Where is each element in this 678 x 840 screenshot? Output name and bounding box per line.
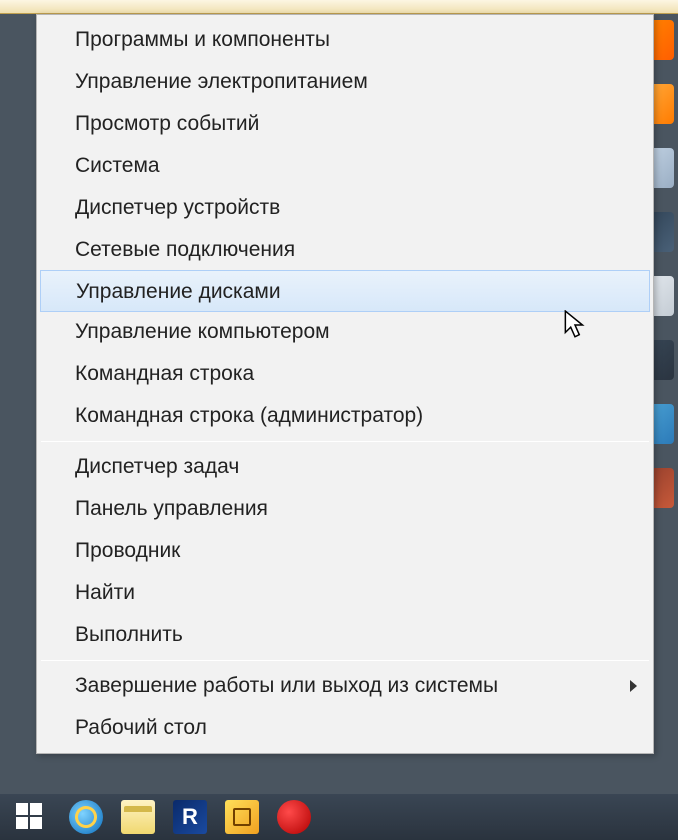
taskbar-item-explorer[interactable]	[112, 794, 164, 840]
menu-item-disk-management[interactable]: Управление дисками	[40, 270, 650, 312]
menu-item-label: Программы и компоненты	[75, 28, 330, 51]
window-titlebar-sliver	[0, 0, 678, 14]
menu-item-device-manager[interactable]: Диспетчер устройств	[39, 187, 651, 229]
submenu-arrow-icon	[630, 680, 637, 692]
menu-item-power-options[interactable]: Управление электропитанием	[39, 61, 651, 103]
taskbar-item-r[interactable]: R	[164, 794, 216, 840]
menu-item-label: Диспетчер устройств	[75, 196, 280, 219]
menu-item-label: Система	[75, 154, 160, 177]
winx-context-menu: Программы и компоненты Управление электро…	[36, 14, 654, 754]
menu-item-label: Командная строка	[75, 362, 254, 385]
menu-separator	[41, 441, 649, 442]
app-icon	[225, 800, 259, 834]
taskbar-item-ie[interactable]	[60, 794, 112, 840]
menu-item-label: Панель управления	[75, 497, 268, 520]
menu-item-label: Найти	[75, 581, 135, 604]
menu-item-network-connections[interactable]: Сетевые подключения	[39, 229, 651, 271]
menu-item-file-explorer[interactable]: Проводник	[39, 530, 651, 572]
windows-logo-icon	[16, 803, 44, 831]
menu-item-shutdown-signout[interactable]: Завершение работы или выход из системы	[39, 665, 651, 707]
menu-item-label: Управление электропитанием	[75, 70, 368, 93]
menu-item-label: Просмотр событий	[75, 112, 259, 135]
menu-item-label: Завершение работы или выход из системы	[75, 674, 498, 697]
menu-item-control-panel[interactable]: Панель управления	[39, 488, 651, 530]
start-button[interactable]	[0, 794, 60, 840]
menu-item-command-prompt-admin[interactable]: Командная строка (администратор)	[39, 395, 651, 437]
menu-item-programs-and-features[interactable]: Программы и компоненты	[39, 19, 651, 61]
menu-item-desktop[interactable]: Рабочий стол	[39, 707, 651, 749]
menu-item-label: Сетевые подключения	[75, 238, 295, 261]
ie-icon	[69, 800, 103, 834]
menu-separator	[41, 660, 649, 661]
menu-item-command-prompt[interactable]: Командная строка	[39, 353, 651, 395]
menu-item-task-manager[interactable]: Диспетчер задач	[39, 446, 651, 488]
menu-item-search[interactable]: Найти	[39, 572, 651, 614]
folder-icon	[121, 800, 155, 834]
menu-item-label: Управление компьютером	[75, 320, 330, 343]
taskbar: R	[0, 794, 678, 840]
menu-item-event-viewer[interactable]: Просмотр событий	[39, 103, 651, 145]
menu-item-system[interactable]: Система	[39, 145, 651, 187]
menu-item-run[interactable]: Выполнить	[39, 614, 651, 656]
menu-item-label: Диспетчер задач	[75, 455, 239, 478]
taskbar-item-opera[interactable]	[268, 794, 320, 840]
opera-icon	[277, 800, 311, 834]
menu-item-label: Выполнить	[75, 623, 183, 646]
taskbar-item-app[interactable]	[216, 794, 268, 840]
menu-item-label: Рабочий стол	[75, 716, 207, 739]
r-app-icon: R	[173, 800, 207, 834]
menu-item-label: Управление дисками	[76, 280, 281, 303]
menu-item-label: Проводник	[75, 539, 180, 562]
menu-item-label: Командная строка (администратор)	[75, 404, 423, 427]
menu-item-computer-management[interactable]: Управление компьютером	[39, 311, 651, 353]
